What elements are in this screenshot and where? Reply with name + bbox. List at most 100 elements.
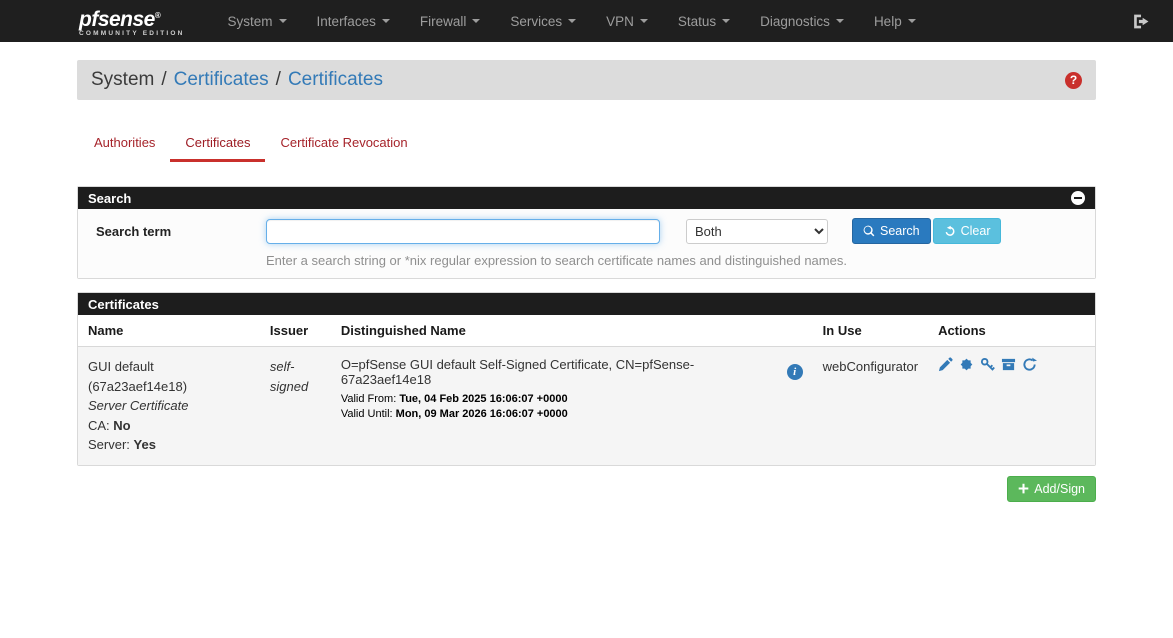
nav-item-status[interactable]: Status xyxy=(663,0,745,42)
ca-value: No xyxy=(113,418,130,433)
ca-label: CA: xyxy=(88,418,110,433)
certificates-panel-header: Certificates xyxy=(78,293,1095,315)
cert-type: Server Certificate xyxy=(88,396,250,416)
search-panel-title: Search xyxy=(88,191,131,206)
export-key-icon[interactable] xyxy=(980,357,995,372)
cert-in-use: webConfigurator xyxy=(823,357,918,377)
add-sign-button-label: Add/Sign xyxy=(1034,482,1085,496)
cert-ca-line: CA: No xyxy=(88,416,250,436)
certificates-panel: Certificates Name Issuer Distinguished N… xyxy=(77,292,1096,466)
nav-item-label: Interfaces xyxy=(317,14,376,29)
nav-item-help[interactable]: Help xyxy=(859,0,931,42)
plus-icon xyxy=(1018,483,1029,494)
add-sign-button[interactable]: Add/Sign xyxy=(1007,476,1096,502)
logout-icon[interactable] xyxy=(1132,13,1149,30)
tab-certificate-revocation[interactable]: Certificate Revocation xyxy=(265,126,422,162)
nav-item-label: Status xyxy=(678,14,716,29)
cert-dn: O=pfSense GUI default Self-Signed Certif… xyxy=(341,357,773,387)
server-label: Server: xyxy=(88,437,130,452)
pfsense-logo[interactable]: pfsense® COMMUNITY EDITION xyxy=(79,6,185,37)
valid-until-value: Mon, 09 Mar 2026 16:06:07 +0000 xyxy=(396,408,568,420)
cert-in-use-cell: webConfigurator xyxy=(813,347,928,465)
nav-item-label: Services xyxy=(510,14,562,29)
search-help-text: Enter a search string or *nix regular ex… xyxy=(266,253,1095,268)
search-icon xyxy=(863,225,875,237)
brand-wordmark: pfsense® xyxy=(79,6,185,30)
valid-from-label: Valid From: xyxy=(341,393,396,405)
breadcrumb-link-certificates[interactable]: Certificates xyxy=(174,69,269,91)
footer-actions: Add/Sign xyxy=(77,476,1096,502)
chevron-down-icon xyxy=(382,19,390,23)
nav-item-interfaces[interactable]: Interfaces xyxy=(302,0,405,42)
search-button-label: Search xyxy=(880,224,920,238)
export-certificate-icon[interactable] xyxy=(959,357,974,372)
collapse-icon[interactable] xyxy=(1071,191,1085,205)
nav-item-label: VPN xyxy=(606,14,634,29)
cert-server-line: Server: Yes xyxy=(88,435,250,455)
chevron-down-icon xyxy=(568,19,576,23)
info-icon[interactable]: i xyxy=(787,364,803,380)
nav-item-label: System xyxy=(228,14,273,29)
breadcrumb-separator: / xyxy=(276,69,281,91)
breadcrumb-separator: / xyxy=(161,69,166,91)
clear-button[interactable]: Clear xyxy=(933,218,1002,244)
valid-from-value: Tue, 04 Feb 2025 16:06:07 +0000 xyxy=(399,393,567,405)
cert-actions-cell xyxy=(928,347,1095,465)
column-header-in-use: In Use xyxy=(813,315,928,347)
search-button[interactable]: Search xyxy=(852,218,931,244)
search-panel: Search Search term Both Search Clear E xyxy=(77,186,1096,279)
valid-from-line: Valid From: Tue, 04 Feb 2025 16:06:07 +0… xyxy=(341,393,803,405)
main-menu: System Interfaces Firewall Services VPN … xyxy=(213,0,1132,42)
search-term-label: Search term xyxy=(78,224,266,239)
server-value: Yes xyxy=(134,437,156,452)
cert-dn-cell: O=pfSense GUI default Self-Signed Certif… xyxy=(331,347,813,465)
nav-item-firewall[interactable]: Firewall xyxy=(405,0,496,42)
breadcrumb: System / Certificates / Certificates xyxy=(91,69,383,91)
nav-item-label: Help xyxy=(874,14,902,29)
nav-item-label: Diagnostics xyxy=(760,14,830,29)
clear-button-label: Clear xyxy=(961,224,991,238)
edit-icon[interactable] xyxy=(938,357,953,372)
search-input[interactable] xyxy=(266,219,660,244)
chevron-down-icon xyxy=(640,19,648,23)
page-header: System / Certificates / Certificates ? xyxy=(77,60,1096,100)
chevron-down-icon xyxy=(722,19,730,23)
chevron-down-icon xyxy=(279,19,287,23)
registered-mark: ® xyxy=(155,11,160,20)
chevron-down-icon xyxy=(908,19,916,23)
tab-certificates[interactable]: Certificates xyxy=(170,126,265,162)
table-row: GUI default (67a23aef14e18) Server Certi… xyxy=(78,347,1095,465)
chevron-down-icon xyxy=(836,19,844,23)
breadcrumb-root: System xyxy=(91,69,154,91)
renew-icon[interactable] xyxy=(1022,357,1037,372)
column-header-distinguished-name: Distinguished Name xyxy=(331,315,813,347)
nav-item-label: Firewall xyxy=(420,14,467,29)
top-navbar: pfsense® COMMUNITY EDITION System Interf… xyxy=(0,0,1173,42)
column-header-issuer: Issuer xyxy=(260,315,331,347)
certificates-table: Name Issuer Distinguished Name In Use Ac… xyxy=(78,315,1095,465)
valid-until-line: Valid Until: Mon, 09 Mar 2026 16:06:07 +… xyxy=(341,408,803,420)
help-icon[interactable]: ? xyxy=(1065,72,1082,89)
column-header-actions: Actions xyxy=(928,315,1095,347)
valid-until-label: Valid Until: xyxy=(341,408,393,420)
breadcrumb-link-certificates-page[interactable]: Certificates xyxy=(288,69,383,91)
nav-item-diagnostics[interactable]: Diagnostics xyxy=(745,0,859,42)
search-panel-body: Search term Both Search Clear Enter a se… xyxy=(78,209,1095,278)
column-header-name: Name xyxy=(78,315,260,347)
chevron-down-icon xyxy=(472,19,480,23)
cert-name: GUI default (67a23aef14e18) xyxy=(88,357,250,396)
export-p12-icon[interactable] xyxy=(1001,357,1016,372)
certificates-panel-title: Certificates xyxy=(88,297,159,312)
nav-item-vpn[interactable]: VPN xyxy=(591,0,663,42)
cert-name-cell: GUI default (67a23aef14e18) Server Certi… xyxy=(78,347,260,465)
search-type-select[interactable]: Both xyxy=(686,219,828,244)
search-panel-header: Search xyxy=(78,187,1095,209)
tab-bar: Authorities Certificates Certificate Rev… xyxy=(77,126,1096,162)
nav-item-services[interactable]: Services xyxy=(495,0,591,42)
brand-subtitle: COMMUNITY EDITION xyxy=(79,30,185,37)
nav-item-system[interactable]: System xyxy=(213,0,302,42)
cert-issuer-cell: self-signed xyxy=(260,347,331,465)
cert-issuer: self-signed xyxy=(270,357,321,396)
undo-icon xyxy=(944,225,956,237)
tab-authorities[interactable]: Authorities xyxy=(79,126,170,162)
